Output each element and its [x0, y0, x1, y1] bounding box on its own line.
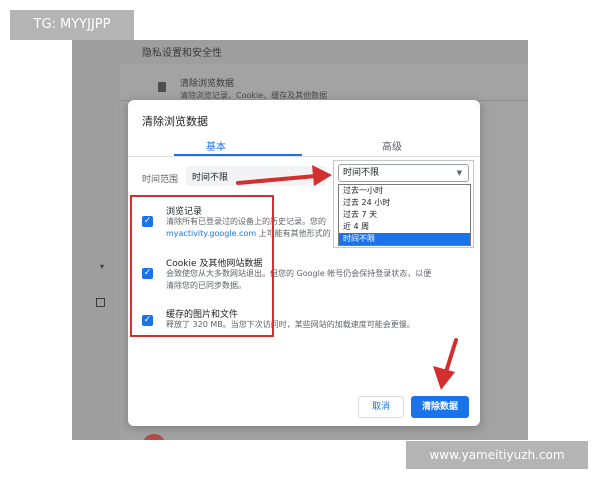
arrow-to-clear-button	[433, 338, 458, 390]
arrow-to-dropdown	[236, 165, 332, 186]
watermark-bottom: www.yameitiyuzh.com	[406, 441, 588, 469]
annotation-arrows	[236, 165, 458, 390]
watermark-top: TG: MYYJJPP	[10, 10, 134, 40]
